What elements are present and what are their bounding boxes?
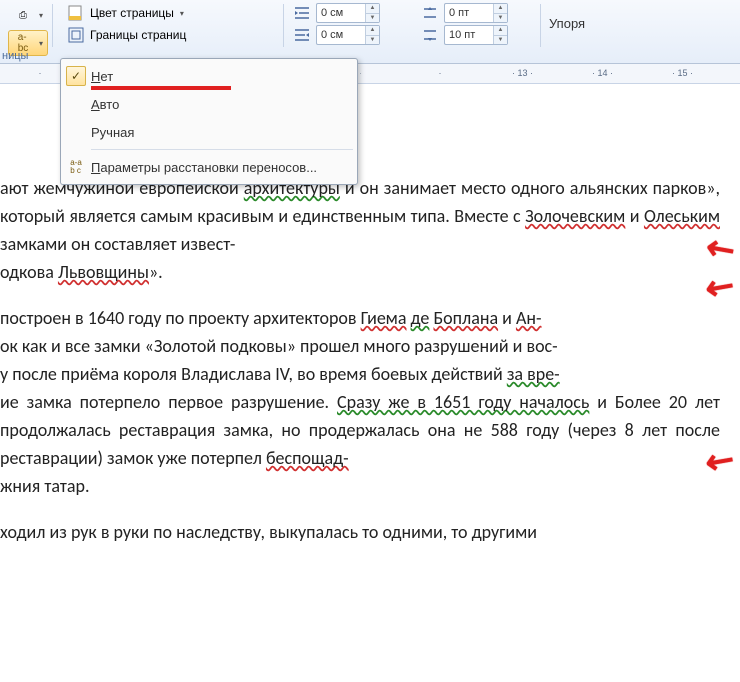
- indent-left-value: 0 см: [317, 7, 365, 19]
- menu-item-auto[interactable]: Авто: [61, 90, 357, 118]
- menu-separator: [91, 149, 353, 150]
- ribbon-small-btn-a[interactable]: ⎙ ▾: [8, 2, 48, 28]
- space-before-icon: [420, 3, 440, 23]
- space-before-input[interactable]: 0 пт ▲▼: [444, 3, 508, 23]
- text-run: построен в 1640 году по проекту архитект…: [0, 307, 361, 329]
- text-run: у после приёма короля Владислава IV, во …: [0, 363, 507, 385]
- arrange-label-cut: Упоря: [549, 2, 732, 31]
- spinner-buttons[interactable]: ▲▼: [493, 4, 507, 22]
- spell-flag: Гиема: [361, 307, 407, 329]
- hyphenation-options-icon: a-ab c: [61, 159, 91, 175]
- text-run: ие замка потерпело первое разрушение.: [0, 391, 337, 413]
- text-run: жния татар.: [0, 475, 90, 497]
- page-borders-button[interactable]: Границы страниц: [61, 22, 191, 48]
- menu-item-manual[interactable]: Ручная: [61, 118, 357, 146]
- spell-flag: Львовщины: [58, 261, 149, 283]
- text-run: ок как и все замки «Золотой подковы» про…: [0, 335, 558, 357]
- paragraph[interactable]: построен в 1640 году по проекту архитект…: [0, 304, 720, 500]
- indent-left-input[interactable]: 0 см ▲▼: [316, 3, 380, 23]
- page-color-icon: [66, 3, 86, 23]
- text-run: ходил из рук в руки по наследству, выкуп…: [0, 521, 537, 543]
- menu-item-hyphenation-options[interactable]: a-ab c Параметры расстановки переносов..…: [61, 153, 357, 181]
- spell-flag: Золочевским: [525, 205, 625, 227]
- chevron-down-icon: ▾: [39, 11, 43, 20]
- spell-flag: Ан-: [516, 307, 542, 329]
- menu-item-label: Ручная: [91, 125, 134, 140]
- spin-down-icon[interactable]: ▼: [366, 36, 379, 45]
- spell-flag: беспощад-: [266, 447, 349, 469]
- watermark-split-icon: ⎙: [13, 5, 33, 25]
- menu-item-label: Параметры расстановки переносов...: [91, 160, 317, 175]
- spinner-buttons[interactable]: ▲▼: [493, 26, 507, 44]
- menu-item-label: Авто: [91, 97, 119, 112]
- ribbon-group-label-cut: ницы: [0, 50, 28, 62]
- spin-up-icon[interactable]: ▲: [366, 4, 379, 14]
- page-borders-icon: [66, 25, 86, 45]
- space-before-value: 0 пт: [445, 7, 493, 19]
- space-after-value: 10 пт: [445, 29, 493, 41]
- spin-up-icon[interactable]: ▲: [494, 26, 507, 36]
- spin-down-icon[interactable]: ▼: [366, 14, 379, 23]
- indent-right-icon: [292, 25, 312, 45]
- text-run: одкова: [0, 261, 58, 283]
- paragraph[interactable]: ают жемчужиной европейской архитектуры и…: [0, 174, 720, 286]
- spinner-buttons[interactable]: ▲▼: [365, 4, 379, 22]
- spin-up-icon[interactable]: ▲: [494, 4, 507, 14]
- text-run: и: [498, 307, 516, 329]
- page-color-label: Цвет страницы: [90, 6, 174, 20]
- check-icon: [61, 66, 91, 86]
- chevron-down-icon: ▾: [180, 9, 184, 18]
- indent-right-input[interactable]: 0 см ▲▼: [316, 25, 380, 45]
- ribbon: ⎙ ▾ a-bc ▾ ницы Цвет страницы ▾: [0, 0, 740, 64]
- spin-down-icon[interactable]: ▼: [494, 36, 507, 45]
- grammar-flag: за вре-: [507, 363, 560, 385]
- space-after-input[interactable]: 10 пт ▲▼: [444, 25, 508, 45]
- paragraph[interactable]: ходил из рук в руки по наследству, выкуп…: [0, 518, 720, 546]
- hyphenation-menu: Нет Авто Ручная a-ab c Параметры расстан…: [60, 58, 358, 185]
- spell-flag: Олеським: [644, 205, 720, 227]
- space-after-icon: [420, 25, 440, 45]
- chevron-down-icon: ▾: [39, 39, 43, 48]
- text-run: замками он составляет извест-: [0, 233, 235, 255]
- spinner-buttons[interactable]: ▲▼: [365, 26, 379, 44]
- spell-flag: Боплана: [433, 307, 498, 329]
- indent-right-value: 0 см: [317, 29, 365, 41]
- spin-down-icon[interactable]: ▼: [494, 14, 507, 23]
- menu-item-none[interactable]: Нет: [61, 62, 357, 90]
- document-text[interactable]: ают жемчужиной европейской архитектуры и…: [0, 174, 720, 546]
- text-run: и: [625, 205, 644, 227]
- page-borders-label: Границы страниц: [90, 28, 186, 42]
- grammar-flag: Сразу же в 1651 году началось: [337, 391, 589, 413]
- indent-left-icon: [292, 3, 312, 23]
- grammar-flag: де: [411, 307, 430, 329]
- menu-item-label: Нет: [91, 69, 113, 84]
- text-run: ».: [149, 261, 163, 283]
- spin-up-icon[interactable]: ▲: [366, 26, 379, 36]
